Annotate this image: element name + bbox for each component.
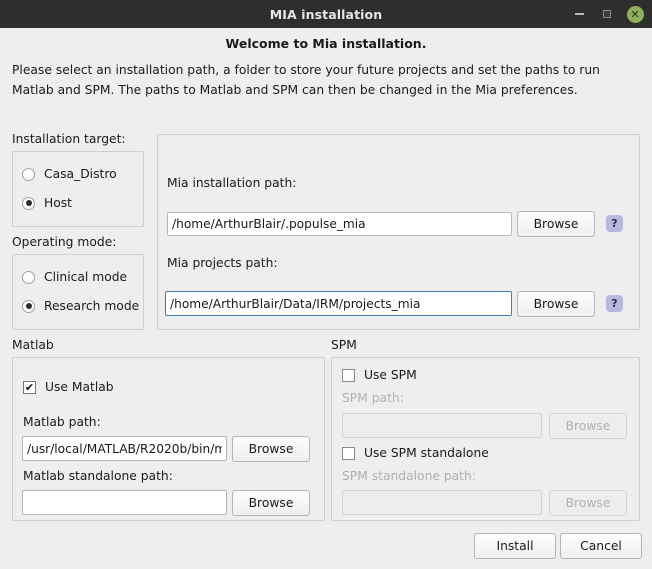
mia-installation-path-label: Mia installation path: — [167, 176, 297, 190]
title-bar: MIA installation ✕ — [0, 0, 652, 28]
install-button[interactable]: Install — [474, 533, 556, 559]
mia-installation-path-input[interactable] — [167, 212, 512, 236]
installation-target-label: Installation target: — [12, 132, 126, 146]
installation-target-group — [12, 151, 144, 227]
matlab-standalone-path-label: Matlab standalone path: — [23, 469, 173, 483]
cancel-button[interactable]: Cancel — [560, 533, 642, 559]
mia-installation-window: MIA installation ✕ Welcome to Mia instal… — [0, 0, 652, 569]
use-spm-checkbox[interactable]: Use SPM — [342, 368, 417, 382]
browse-matlab-path-button[interactable]: Browse — [232, 436, 310, 462]
welcome-heading: Welcome to Mia installation. — [225, 36, 427, 51]
help-icon-mia-projects-path[interactable]: ? — [606, 295, 623, 312]
minimize-icon — [574, 13, 584, 15]
browse-mia-projects-path-button[interactable]: Browse — [517, 291, 595, 317]
use-matlab-checkbox[interactable]: ✔ Use Matlab — [23, 380, 114, 394]
spm-group-label: SPM — [331, 338, 357, 352]
help-icon-mia-installation-path[interactable]: ? — [606, 215, 623, 232]
browse-mia-installation-path-button[interactable]: Browse — [517, 211, 595, 237]
matlab-group-label: Matlab — [12, 338, 54, 352]
radio-clinical-mode[interactable]: Clinical mode — [22, 270, 127, 284]
close-icon: ✕ — [626, 5, 644, 23]
operating-mode-group — [12, 254, 144, 330]
radio-indicator-clinical-mode — [22, 270, 35, 284]
radio-indicator-casa-distro — [22, 167, 35, 181]
checkbox-indicator-use-matlab: ✔ — [23, 380, 36, 394]
radio-label-casa-distro: Casa_Distro — [44, 167, 117, 181]
radio-indicator-host — [22, 196, 35, 210]
spm-path-label: SPM path: — [342, 391, 404, 405]
browse-spm-standalone-path-button[interactable]: Browse — [549, 490, 627, 516]
spm-standalone-path-label: SPM standalone path: — [342, 469, 476, 483]
use-spm-standalone-checkbox[interactable]: Use SPM standalone — [342, 446, 489, 460]
matlab-path-input[interactable] — [22, 436, 227, 461]
radio-casa-distro[interactable]: Casa_Distro — [22, 167, 117, 181]
radio-host[interactable]: Host — [22, 196, 72, 210]
browse-spm-path-button[interactable]: Browse — [549, 413, 627, 439]
window-controls: ✕ — [566, 0, 648, 28]
radio-label-research-mode: Research mode — [44, 299, 140, 313]
radio-indicator-research-mode — [22, 299, 35, 313]
browse-matlab-standalone-path-button[interactable]: Browse — [232, 490, 310, 516]
radio-research-mode[interactable]: Research mode — [22, 299, 139, 313]
spm-path-input[interactable] — [342, 413, 542, 438]
mia-projects-path-input[interactable] — [165, 291, 512, 316]
checkbox-label-use-spm: Use SPM — [364, 368, 417, 382]
window-title: MIA installation — [269, 6, 383, 22]
maximize-button[interactable] — [594, 1, 620, 27]
intro-text: Please select an installation path, a fo… — [12, 63, 600, 97]
checkbox-indicator-use-spm — [342, 368, 355, 382]
mia-projects-path-label: Mia projects path: — [167, 256, 278, 270]
restore-icon — [603, 10, 611, 18]
matlab-standalone-path-input[interactable] — [22, 490, 227, 515]
checkbox-label-use-spm-standalone: Use SPM standalone — [364, 446, 489, 460]
close-button[interactable]: ✕ — [622, 1, 648, 27]
matlab-path-label: Matlab path: — [23, 415, 101, 429]
checkbox-indicator-use-spm-standalone — [342, 446, 355, 460]
spm-standalone-path-input[interactable] — [342, 490, 542, 515]
radio-label-host: Host — [44, 196, 72, 210]
radio-label-clinical-mode: Clinical mode — [44, 270, 128, 284]
operating-mode-label: Operating mode: — [12, 235, 117, 249]
checkbox-label-use-matlab: Use Matlab — [45, 380, 114, 394]
minimize-button[interactable] — [566, 1, 592, 27]
